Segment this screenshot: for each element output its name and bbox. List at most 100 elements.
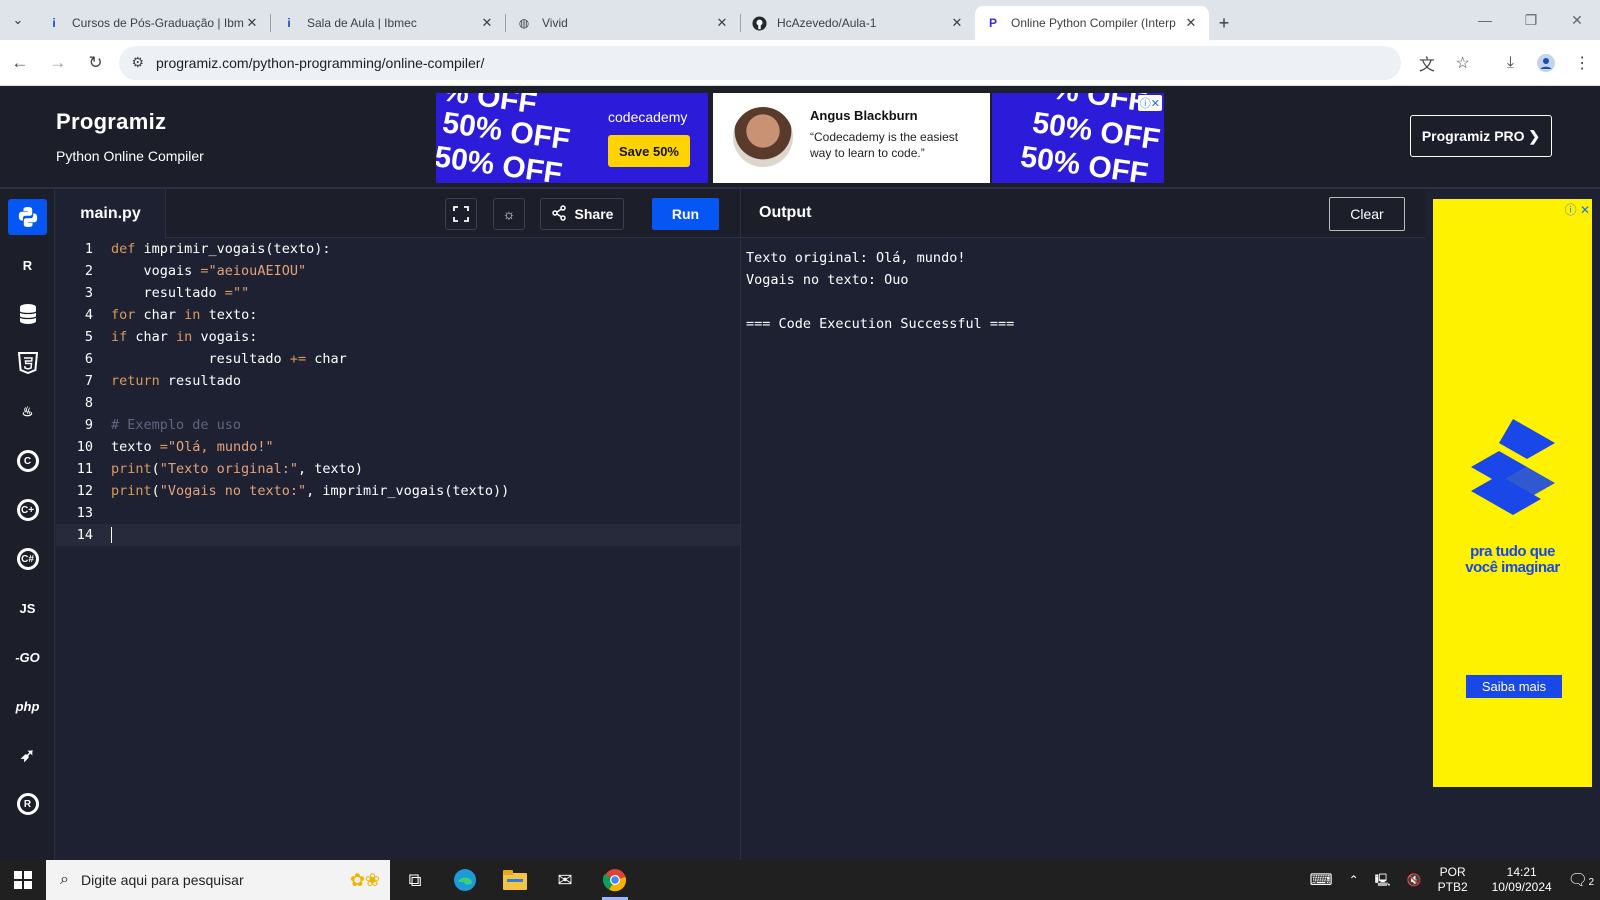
- github-icon: [751, 15, 767, 31]
- page-subtitle: Python Online Compiler: [56, 148, 204, 164]
- download-icon[interactable]: ⤓: [1493, 45, 1529, 81]
- code-line[interactable]: 6 resultado += char: [56, 348, 740, 370]
- tab-title: Sala de Aula | Ibmec: [307, 16, 417, 30]
- network-icon[interactable]: 🖳: [1375, 873, 1391, 888]
- code-line[interactable]: 4 for char in texto:: [56, 304, 740, 326]
- code-line[interactable]: 1 def imprimir_vogais(texto):: [56, 238, 740, 260]
- codecademy-ad-left[interactable]: % OFF 50% OFF 50% OFF codecademy Save 50…: [436, 93, 708, 183]
- forward-arrow-icon[interactable]: →: [40, 45, 76, 81]
- input-language[interactable]: POR PTB2: [1438, 865, 1468, 895]
- code-line[interactable]: 11 print("Texto original:", texto): [56, 458, 740, 480]
- tray-chevron-up-icon[interactable]: ⌃: [1349, 873, 1359, 888]
- save-50-button[interactable]: Save 50%: [608, 135, 690, 167]
- restore-icon[interactable]: ❐: [1508, 0, 1554, 40]
- new-tab-plus-icon[interactable]: +: [1209, 6, 1239, 40]
- windows-start-icon[interactable]: [0, 860, 46, 900]
- url-text[interactable]: programiz.com/python-programming/online-…: [156, 55, 484, 71]
- cpp-lang-icon[interactable]: C+: [8, 492, 47, 528]
- java-cup-icon[interactable]: ♨: [8, 394, 47, 430]
- clock[interactable]: 14:21 10/09/2024: [1492, 865, 1552, 895]
- r-lang-icon[interactable]: R: [8, 247, 47, 283]
- browser-tab[interactable]: i Cursos de Pós-Graduação | Ibm ✕: [36, 6, 270, 40]
- banco-brasil-ad[interactable]: ⓘ ✕ pra tudo que você imaginar Saiba mais: [1433, 199, 1592, 787]
- clear-button[interactable]: Clear: [1329, 197, 1405, 231]
- rust-gear-icon[interactable]: R: [8, 786, 47, 822]
- ad-close-icon[interactable]: ⓘ ✕: [1565, 201, 1590, 218]
- php-lang-icon[interactable]: php: [8, 688, 47, 724]
- notifications-icon[interactable]: 🗨 2: [1568, 872, 1594, 888]
- language-sidebar: R ♨ C C+ C# JS -GO php ➶ R: [0, 189, 55, 860]
- swift-bird-icon[interactable]: ➶: [8, 737, 47, 773]
- theme-sun-icon[interactable]: ☼: [493, 198, 525, 230]
- output-title: Output: [759, 204, 812, 221]
- profile-avatar-icon[interactable]: [1528, 45, 1564, 81]
- site-info-icon[interactable]: ⚙: [131, 54, 144, 71]
- reload-icon[interactable]: ↻: [78, 45, 114, 81]
- bookmark-star-icon[interactable]: ☆: [1445, 45, 1481, 81]
- file-tab-main-py[interactable]: main.py: [56, 189, 166, 238]
- tab-close-icon[interactable]: ✕: [714, 15, 730, 31]
- code-line[interactable]: 7 return resultado: [56, 370, 740, 392]
- programiz-pro-button[interactable]: Programiz PRO ❯: [1410, 115, 1552, 157]
- output-line: Vogais no texto: Ouo: [746, 272, 909, 288]
- tab-close-icon[interactable]: ✕: [479, 15, 495, 31]
- browser-tab[interactable]: HcAzevedo/Aula-1 ✕: [741, 6, 975, 40]
- go-lang-icon[interactable]: -GO: [8, 639, 47, 675]
- code-line[interactable]: 12 print("Vogais no texto:", imprimir_vog…: [56, 480, 740, 502]
- minimize-icon[interactable]: —: [1462, 0, 1508, 40]
- flowers-decoration-icon: ✿❀: [349, 869, 380, 890]
- volume-muted-icon[interactable]: 🔇: [1407, 873, 1422, 888]
- html5-icon[interactable]: [8, 345, 47, 381]
- output-line: === Code Execution Successful ===: [746, 316, 1015, 332]
- code-editor-panel: main.py ☼ Share Run 1 def imprimir_vogais…: [56, 189, 740, 860]
- code-line[interactable]: 5 if char in vogais:: [56, 326, 740, 348]
- tab-close-icon[interactable]: ✕: [244, 15, 260, 31]
- code-line-current[interactable]: 14: [56, 524, 740, 546]
- codecademy-ad-testimonial[interactable]: Angus Blackburn “Codecademy is the easie…: [713, 93, 990, 183]
- run-button[interactable]: Run: [652, 198, 719, 230]
- code-line[interactable]: 2 vogais = "aeiouAEIOU": [56, 260, 740, 282]
- browser-menu-icon[interactable]: ⋮: [1564, 45, 1600, 81]
- codecademy-logo: codecademy: [608, 109, 688, 125]
- browser-tab-active[interactable]: P Online Python Compiler (Interp ✕: [975, 6, 1209, 40]
- code-line[interactable]: 3 resultado = "": [56, 282, 740, 304]
- code-line[interactable]: 8: [56, 392, 740, 414]
- c-lang-icon[interactable]: C: [8, 443, 47, 479]
- code-line[interactable]: 13: [56, 502, 740, 524]
- close-window-icon[interactable]: ✕: [1554, 0, 1600, 40]
- code-area[interactable]: 1 def imprimir_vogais(texto): 2 vogais = …: [56, 238, 740, 546]
- edge-browser-icon[interactable]: [440, 860, 490, 900]
- chrome-icon[interactable]: [590, 860, 640, 900]
- keyboard-icon[interactable]: ⌨: [1309, 872, 1332, 888]
- ad-close-icon[interactable]: ⓘ✕: [1137, 95, 1162, 111]
- file-explorer-icon[interactable]: [490, 860, 540, 900]
- translate-icon[interactable]: 文: [1409, 45, 1445, 81]
- address-bar-row: ← → ↻ ⚙ programiz.com/python-programming…: [0, 40, 1600, 86]
- csharp-lang-icon[interactable]: C#: [8, 541, 47, 577]
- task-view-icon[interactable]: ⧉: [390, 860, 440, 900]
- sql-database-icon[interactable]: [8, 296, 47, 332]
- tab-close-icon[interactable]: ✕: [949, 15, 965, 31]
- saiba-mais-button[interactable]: Saiba mais: [1466, 675, 1562, 698]
- back-arrow-icon[interactable]: ←: [2, 45, 38, 81]
- mail-icon[interactable]: ✉: [540, 860, 590, 900]
- url-omnibox[interactable]: ⚙ programiz.com/python-programming/onlin…: [119, 45, 1401, 80]
- search-icon: ⌕: [60, 871, 69, 888]
- tab-search-chevron-icon[interactable]: ⌄: [0, 0, 36, 40]
- code-line[interactable]: 10 texto = "Olá, mundo!": [56, 436, 740, 458]
- output-console: Texto original: Olá, mundo! Vogais no tex…: [746, 247, 1014, 335]
- browser-tab[interactable]: ◍ Vivid ✕: [506, 6, 740, 40]
- testimonial-photo: [733, 107, 793, 167]
- share-button[interactable]: Share: [540, 198, 624, 230]
- notification-count: 2: [1588, 876, 1594, 888]
- programiz-logo[interactable]: Programiz: [56, 109, 166, 135]
- codecademy-ad-right[interactable]: % OFF 50% OFF 50% OFF ⓘ✕: [992, 93, 1164, 183]
- javascript-lang-icon[interactable]: JS: [8, 590, 47, 626]
- system-tray: ⌨ ⌃ 🖳 🔇 POR PTB2 14:21 10/09/2024 🗨 2: [1301, 860, 1600, 900]
- taskbar-search-box[interactable]: ⌕ Digite aqui para pesquisar ✿❀: [46, 860, 390, 900]
- tab-close-icon[interactable]: ✕: [1183, 15, 1199, 31]
- python-lang-icon[interactable]: [8, 199, 47, 235]
- code-line[interactable]: 9 # Exemplo de uso: [56, 414, 740, 436]
- browser-tab[interactable]: i Sala de Aula | Ibmec ✕: [271, 6, 505, 40]
- fullscreen-icon[interactable]: [445, 198, 477, 230]
